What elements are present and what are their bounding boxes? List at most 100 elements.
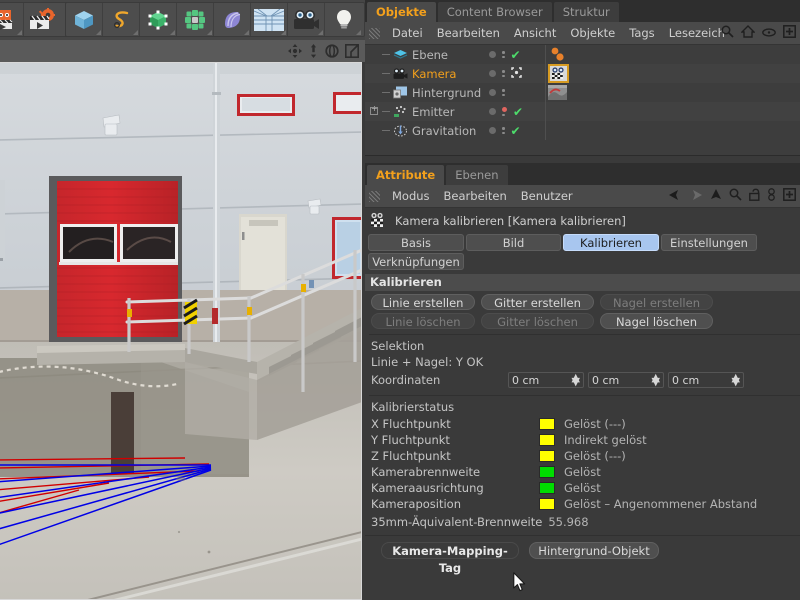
move-icon[interactable]: [288, 44, 302, 61]
enable-dot[interactable]: [489, 89, 496, 96]
object-row-emitter[interactable]: Emitter ✔: [365, 102, 800, 121]
object-row-gravitation[interactable]: Gravitation ✔: [365, 121, 800, 140]
attr-tab-bild[interactable]: Bild: [466, 234, 561, 251]
menu-tags[interactable]: Tags: [622, 22, 661, 44]
array-button[interactable]: [177, 3, 214, 36]
expand-toggle-icon[interactable]: [369, 102, 382, 121]
menu-benutzer[interactable]: Benutzer: [514, 185, 580, 207]
object-visibility-dots[interactable]: ✔: [483, 126, 545, 136]
object-tag-cell[interactable]: [545, 83, 800, 102]
enable-dot[interactable]: [489, 70, 496, 77]
search-icon[interactable]: [729, 188, 742, 204]
tab-objekte[interactable]: Objekte: [367, 2, 436, 22]
camera-button[interactable]: [288, 3, 325, 36]
object-tag-cell[interactable]: [545, 64, 800, 83]
coordinate-x-field[interactable]: 0 cm ▲▼: [508, 372, 584, 388]
status-name: X Fluchtpunkt: [371, 417, 539, 431]
panel-grip[interactable]: [369, 191, 380, 202]
tab-ebenen[interactable]: Ebenen: [446, 165, 507, 185]
visibility-dots[interactable]: [502, 107, 507, 117]
object-row-kamera[interactable]: Kamera: [365, 64, 800, 83]
menu-objekte[interactable]: Objekte: [563, 22, 622, 44]
search-icon[interactable]: [721, 25, 734, 41]
plus-box-icon[interactable]: [783, 25, 796, 41]
background-icon: [392, 85, 408, 101]
create-line-button[interactable]: Linie erstellen: [371, 294, 475, 310]
delete-grid-button: Gitter löschen: [481, 313, 594, 329]
object-row-ebene[interactable]: Ebene ✔: [365, 45, 800, 64]
unlock-icon[interactable]: [749, 188, 760, 204]
object-row-hintergrund[interactable]: Hintergrund: [365, 83, 800, 102]
spline-button[interactable]: [103, 3, 140, 36]
visibility-dots[interactable]: [502, 51, 505, 58]
object-visibility-dots[interactable]: [483, 89, 545, 96]
delete-nail-button[interactable]: Nagel löschen: [600, 313, 713, 329]
enable-dot[interactable]: [489, 127, 496, 134]
enable-dot[interactable]: [489, 108, 496, 115]
attr-tab-einstellungen[interactable]: Einstellungen: [661, 234, 757, 251]
tab-content-browser[interactable]: Content Browser: [438, 2, 552, 22]
object-tag-cell[interactable]: [545, 102, 800, 121]
stepper-icon[interactable]: ▲▼: [572, 376, 580, 384]
nurbs-button[interactable]: [140, 3, 177, 36]
panel-grip[interactable]: [369, 28, 380, 39]
attr-tab-verknuepfungen[interactable]: Verknüpfungen: [368, 253, 464, 270]
eye-icon[interactable]: [762, 27, 776, 40]
coordinate-y-field[interactable]: 0 cm ▲▼: [588, 372, 664, 388]
viewport-nav-icons: [288, 44, 359, 61]
submenu-corner: [207, 30, 212, 35]
environment-button[interactable]: [251, 3, 288, 36]
rotate-icon[interactable]: [325, 44, 339, 61]
perspective-viewport[interactable]: [0, 62, 362, 600]
coordinate-x-value: 0 cm: [512, 374, 539, 387]
camera-mapping-tag-button[interactable]: Kamera-Mapping-Tag: [381, 542, 519, 559]
viewport-header: [0, 40, 365, 62]
object-tag-cell[interactable]: [545, 121, 800, 140]
menu-datei[interactable]: Datei: [385, 22, 430, 44]
link-icon[interactable]: [767, 188, 776, 204]
cube-primitive-button[interactable]: [66, 3, 103, 36]
light-button[interactable]: [325, 3, 362, 36]
plus-box-icon[interactable]: [783, 188, 796, 204]
tab-attribute[interactable]: Attribute: [367, 165, 444, 185]
menu-bearbeiten[interactable]: Bearbeiten: [437, 185, 514, 207]
enabled-check-icon[interactable]: ✔: [511, 126, 521, 136]
object-tag-cell[interactable]: [545, 45, 800, 64]
zoom-icon[interactable]: [308, 44, 319, 61]
deformer-button[interactable]: [214, 3, 251, 36]
attr-tab-basis[interactable]: Basis: [368, 234, 464, 251]
background-object-button[interactable]: Hintergrund-Objekt: [529, 542, 659, 559]
object-visibility-dots[interactable]: ✔: [483, 50, 545, 60]
enable-dot[interactable]: [489, 51, 496, 58]
tab-struktur[interactable]: Struktur: [554, 2, 619, 22]
enabled-check-icon[interactable]: ✔: [511, 50, 521, 60]
status-name: Kameraausrichtung: [371, 481, 539, 495]
visibility-dots[interactable]: [502, 70, 505, 77]
status-swatch: [539, 450, 555, 462]
visibility-dots[interactable]: [502, 89, 505, 96]
render-active-view-button[interactable]: [0, 3, 24, 36]
attr-tab-kalibrieren[interactable]: Kalibrieren: [563, 234, 659, 251]
forward-arrow-icon[interactable]: [689, 189, 703, 204]
object-visibility-dots[interactable]: ✔: [483, 107, 545, 117]
render-settings-button[interactable]: [24, 3, 61, 36]
maximize-icon[interactable]: [345, 44, 359, 61]
status-row: Z Fluchtpunkt Gelöst (---): [365, 448, 800, 464]
home-icon[interactable]: [741, 25, 755, 41]
object-visibility-dots[interactable]: [483, 67, 545, 81]
visibility-dots[interactable]: [502, 127, 505, 134]
stepper-icon[interactable]: ▲▼: [652, 376, 660, 384]
object-manager[interactable]: Ebene ✔: [365, 45, 800, 156]
menu-modus[interactable]: Modus: [385, 185, 437, 207]
back-arrow-icon[interactable]: [668, 189, 682, 204]
camera-calibrator-tag-icon[interactable]: [548, 64, 569, 83]
create-grid-button[interactable]: Gitter erstellen: [481, 294, 594, 310]
attribute-object-title-row: Kamera kalibrieren [Kamera kalibrieren]: [365, 208, 800, 233]
enabled-check-icon[interactable]: ✔: [513, 107, 523, 117]
up-arrow-icon[interactable]: [710, 188, 722, 204]
coordinate-z-field[interactable]: 0 cm ▲▼: [668, 372, 744, 388]
menu-bearbeiten[interactable]: Bearbeiten: [430, 22, 507, 44]
stepper-icon[interactable]: ▲▼: [732, 376, 740, 384]
menu-ansicht[interactable]: Ansicht: [507, 22, 563, 44]
object-label: Kamera: [412, 67, 456, 81]
